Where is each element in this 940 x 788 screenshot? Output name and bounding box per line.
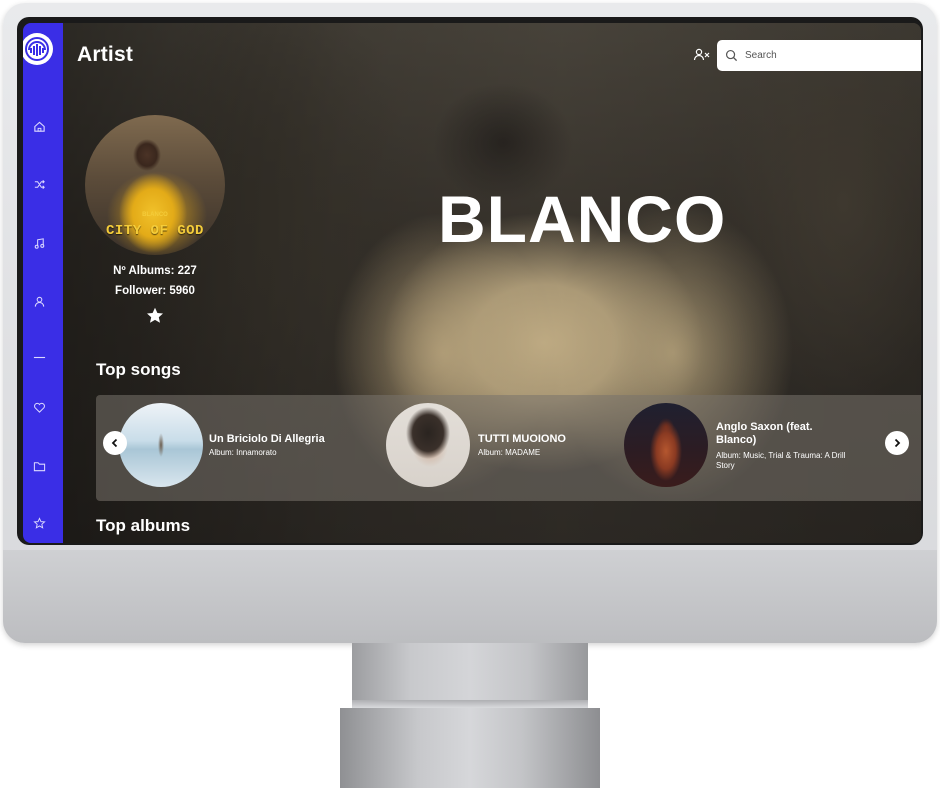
search-bar (717, 40, 921, 71)
star-outline-icon[interactable] (32, 516, 46, 530)
monitor-stand-base (340, 708, 600, 788)
artist-name: BLANCO (438, 182, 727, 256)
shuffle-icon[interactable] (32, 177, 46, 191)
top-albums-heading: Top albums (96, 516, 191, 535)
chevron-left-icon (111, 438, 118, 448)
favorite-star-icon[interactable] (145, 307, 165, 325)
carousel-prev-button[interactable] (103, 431, 127, 455)
song-title-1[interactable]: Un Briciolo Di Allegria (209, 433, 379, 446)
song-cover-2[interactable] (386, 403, 470, 487)
song-title-2[interactable]: TUTTI MUOIONO (478, 433, 618, 446)
user-icon[interactable] (32, 294, 46, 308)
app-logo-icon[interactable] (23, 33, 53, 65)
artist-avatar[interactable]: BLANCO CITY OF GOD (85, 115, 225, 255)
chevron-right-icon (894, 438, 901, 448)
cover-artist-label: BLANCO (142, 212, 168, 218)
page-title: Artist (77, 43, 134, 66)
song-cover-1[interactable] (119, 403, 203, 487)
app-screen: Artist BLANCO CITY OF GOD BLANCO Nº Albu… (23, 23, 921, 543)
song-album-2: Album: MADAME (478, 448, 541, 457)
song-title-3[interactable]: Anglo Saxon (feat. Blanco) (716, 421, 846, 447)
heart-icon[interactable] (32, 400, 46, 414)
song-album-3: Album: Music, Trial & Trauma: A Drill St… (716, 451, 846, 470)
albums-count: Nº Albums: 227 (113, 265, 197, 277)
remove-user-icon[interactable] (693, 47, 711, 63)
carousel-next-button[interactable] (885, 431, 909, 455)
song-cover-3[interactable] (624, 403, 708, 487)
monitor-frame: Artist BLANCO CITY OF GOD BLANCO Nº Albu… (3, 3, 937, 643)
search-input[interactable] (743, 49, 917, 62)
cover-album-title: CITY OF GOD (106, 223, 204, 239)
followers-count: Follower: 5960 (115, 285, 195, 297)
search-icon (725, 49, 738, 62)
sidebar-divider (32, 350, 46, 364)
top-songs-heading: Top songs (96, 360, 181, 379)
folder-icon[interactable] (32, 459, 46, 473)
song-album-1: Album: Innamorato (209, 448, 277, 457)
home-icon[interactable] (32, 119, 46, 133)
monitor-chin (3, 550, 937, 643)
music-note-icon[interactable] (32, 236, 46, 250)
monitor-bezel: Artist BLANCO CITY OF GOD BLANCO Nº Albu… (17, 17, 923, 545)
sidebar (23, 23, 63, 543)
